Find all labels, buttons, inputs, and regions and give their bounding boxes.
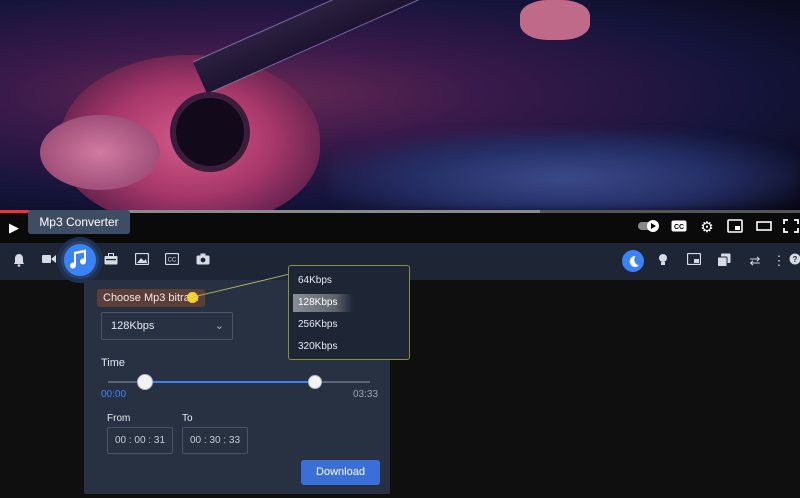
cc-label: CC xyxy=(674,224,684,231)
video-hand-top xyxy=(520,0,590,40)
from-label: From xyxy=(107,413,131,424)
to-time-input[interactable]: 00 : 30 : 33 xyxy=(182,427,248,454)
video-frame[interactable] xyxy=(0,0,800,210)
help-icon[interactable]: ? xyxy=(787,253,800,269)
toolbar-cc-label: CC xyxy=(168,258,177,264)
bitrate-select-value: 128Kbps xyxy=(111,320,155,332)
bitrate-option-128[interactable]: 128Kbps xyxy=(293,294,353,312)
camera-icon[interactable] xyxy=(195,253,211,269)
time-range-fill xyxy=(144,381,315,383)
copy-icon[interactable] xyxy=(716,253,732,269)
dark-mode-button[interactable] xyxy=(622,250,644,272)
fullscreen-icon[interactable] xyxy=(782,219,800,237)
photo-icon[interactable] xyxy=(134,252,150,269)
time-label: Time xyxy=(101,357,126,369)
briefcase-icon[interactable] xyxy=(103,253,119,269)
autoplay-toggle-icon[interactable] xyxy=(638,219,660,237)
chevron-down-icon: ⌄ xyxy=(214,320,224,332)
download-button[interactable]: Download xyxy=(301,460,380,485)
more-icon[interactable]: ⋮ xyxy=(771,253,787,269)
video-hand xyxy=(40,115,160,190)
cc-icon[interactable]: CC xyxy=(164,252,180,269)
range-end-handle[interactable] xyxy=(307,375,322,389)
highlight-dot xyxy=(187,292,198,303)
picture-in-picture-icon[interactable] xyxy=(686,252,702,269)
time-start: 00:00 xyxy=(101,389,126,400)
theater-icon[interactable] xyxy=(755,219,773,237)
time-start-value: 00:00 xyxy=(101,389,127,400)
range-start-handle[interactable] xyxy=(136,374,153,390)
from-time-input[interactable]: 00 : 00 : 31 xyxy=(107,427,173,454)
video-soundhole xyxy=(170,92,250,172)
svg-text:?: ? xyxy=(793,255,798,264)
play-icon[interactable]: ▶ xyxy=(5,219,23,237)
bitrate-option-64[interactable]: 64Kbps xyxy=(293,272,353,290)
to-label: To xyxy=(182,413,193,424)
time-end: 03:33 xyxy=(353,389,379,400)
video-camera-icon[interactable] xyxy=(41,253,57,269)
video-background xyxy=(330,130,800,210)
bulb-icon[interactable] xyxy=(655,253,671,269)
mp3-converter-button[interactable] xyxy=(61,241,99,279)
bitrate-dropdown: 64Kbps 128Kbps 256Kbps 320Kbps xyxy=(288,265,410,360)
bitrate-option-320[interactable]: 320Kbps xyxy=(293,338,353,356)
bell-icon[interactable] xyxy=(11,253,27,269)
moon-icon xyxy=(629,255,639,267)
settings-icon[interactable]: ⚙ xyxy=(698,219,716,237)
cc-icon[interactable]: CC xyxy=(670,219,688,237)
bitrate-select[interactable]: 128Kbps ⌄ xyxy=(101,312,233,340)
tooltip-mp3-converter: Mp3 Converter xyxy=(28,210,130,234)
music-icon xyxy=(70,249,87,269)
repeat-icon[interactable]: ⇄ xyxy=(747,253,763,269)
bitrate-option-256[interactable]: 256Kbps xyxy=(293,316,353,334)
miniplayer-icon[interactable] xyxy=(726,219,744,237)
